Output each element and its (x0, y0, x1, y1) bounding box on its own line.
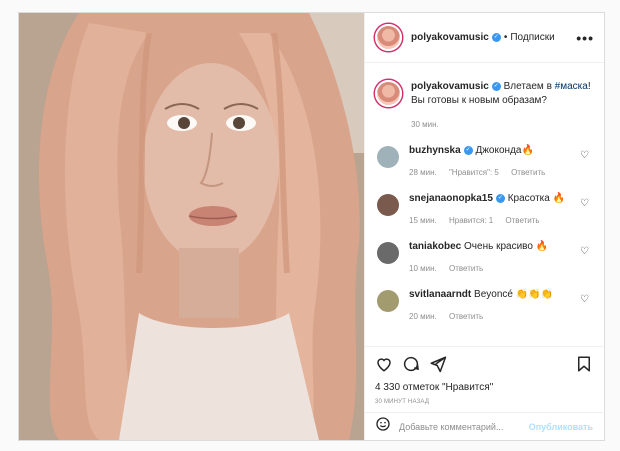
post-caption: polyakovamusic ✓ Влетаем в #маска! Вы гот… (365, 64, 603, 132)
comment-reply[interactable]: Ответить (449, 264, 483, 273)
caption-hashtag[interactable]: #маска (555, 81, 588, 92)
comment-likes[interactable]: Нравится: 1 (449, 216, 493, 225)
comment-time: 10 мин. (409, 264, 437, 273)
comment-body: taniakobec Очень красиво 🔥 10 мин. Ответ… (409, 240, 579, 276)
portrait-image (19, 13, 364, 440)
comment-body: buzhynska ✓ Джоконда🔥 28 мин. "Нравится":… (409, 144, 579, 180)
verified-icon: ✓ (495, 193, 505, 203)
verified-icon: ✓ (491, 81, 501, 91)
comment-like-icon[interactable]: ♡ (580, 294, 589, 305)
comment-text: Джоконда🔥 (475, 145, 534, 156)
comment-meta: 15 мин. Нравится: 1 Ответить (409, 214, 579, 228)
comment-username[interactable]: taniakobec (409, 241, 461, 252)
comment-like-icon[interactable]: ♡ (580, 150, 589, 161)
comment-item: buzhynska ✓ Джоконда🔥 28 мин. "Нравится":… (365, 144, 603, 180)
comment-body: svitlanaarndt Beyoncé 👏👏👏 20 мин. Ответи… (409, 288, 579, 324)
comment-meta: 20 мин. Ответить (409, 310, 579, 324)
comment-text: Красотка 🔥 (507, 193, 566, 204)
verified-icon: ✓ (463, 145, 473, 155)
comment-time: 20 мин. (409, 312, 437, 321)
separator-dot: • (503, 32, 508, 43)
post-date: 30 МИНУТ НАЗАД (375, 399, 430, 405)
comment-reply[interactable]: Ответить (511, 168, 545, 177)
publish-button[interactable]: Опубликовать (529, 422, 593, 432)
comment-like-icon[interactable]: ♡ (580, 198, 589, 209)
verified-icon: ✓ (491, 33, 501, 42)
comment-avatar[interactable] (377, 242, 399, 264)
comment-body: snejanaonopka15 ✓ Красотка 🔥 15 мин. Нрав… (409, 192, 579, 228)
caption-avatar[interactable] (375, 80, 402, 107)
post-header: polyakovamusic ✓ • Подписки ••• (365, 13, 604, 63)
comment-item: snejanaonopka15 ✓ Красотка 🔥 15 мин. Нрав… (365, 192, 603, 228)
comment-reply[interactable]: Ответить (505, 216, 539, 225)
caption-time: 30 мин. (411, 120, 439, 129)
comment-input[interactable] (399, 421, 529, 432)
add-comment-bar: Опубликовать (365, 412, 603, 440)
comment-avatar[interactable] (377, 146, 399, 168)
heart-icon[interactable] (375, 355, 393, 378)
comment-avatar[interactable] (377, 194, 399, 216)
comment-icon[interactable] (402, 355, 420, 378)
comment-like-icon[interactable]: ♡ (580, 246, 589, 257)
bookmark-icon[interactable] (575, 355, 593, 378)
comment-item: taniakobec Очень красиво 🔥 10 мин. Ответ… (365, 240, 603, 276)
caption-username[interactable]: polyakovamusic (411, 81, 489, 92)
comment-likes[interactable]: "Нравится": 5 (449, 168, 499, 177)
more-icon[interactable]: ••• (576, 30, 594, 46)
comment-username[interactable]: svitlanaarndt (409, 289, 471, 300)
comment-time: 15 мин. (409, 216, 437, 225)
author-username[interactable]: polyakovamusic (411, 32, 489, 43)
comment-username[interactable]: buzhynska (409, 145, 461, 156)
emoji-icon[interactable] (375, 416, 391, 437)
comment-text: Beyoncé 👏👏👏 (474, 289, 554, 300)
comment-avatar[interactable] (377, 290, 399, 312)
share-icon[interactable] (429, 355, 447, 378)
comment-username[interactable]: snejanaonopka15 (409, 193, 493, 204)
comment-meta: 28 мин. "Нравится": 5 Ответить (409, 166, 579, 180)
instagram-post: polyakovamusic ✓ • Подписки ••• polyakov… (18, 12, 605, 441)
caption-text: polyakovamusic ✓ Влетаем в #маска! Вы гот… (411, 80, 591, 132)
author-avatar[interactable] (375, 24, 402, 51)
caption-body: Влетаем в (503, 81, 552, 92)
comments-list[interactable]: polyakovamusic ✓ Влетаем в #маска! Вы гот… (365, 64, 603, 346)
action-icons (375, 355, 593, 377)
follow-button[interactable]: Подписки (510, 32, 554, 43)
likes-count[interactable]: 4 330 отметок "Нравится" (375, 382, 593, 393)
comment-time: 28 мин. (409, 168, 437, 177)
post-photo[interactable] (19, 13, 364, 440)
comment-meta: 10 мин. Ответить (409, 262, 579, 276)
caption-meta: 30 мин. (411, 118, 591, 132)
comment-text: Очень красиво 🔥 (464, 241, 549, 252)
comment-item: svitlanaarndt Beyoncé 👏👏👏 20 мин. Ответи… (365, 288, 603, 324)
comment-reply[interactable]: Ответить (449, 312, 483, 321)
post-actions: 4 330 отметок "Нравится" 30 МИНУТ НАЗАД (365, 346, 603, 412)
post-side-panel: polyakovamusic ✓ • Подписки ••• polyakov… (364, 13, 604, 440)
